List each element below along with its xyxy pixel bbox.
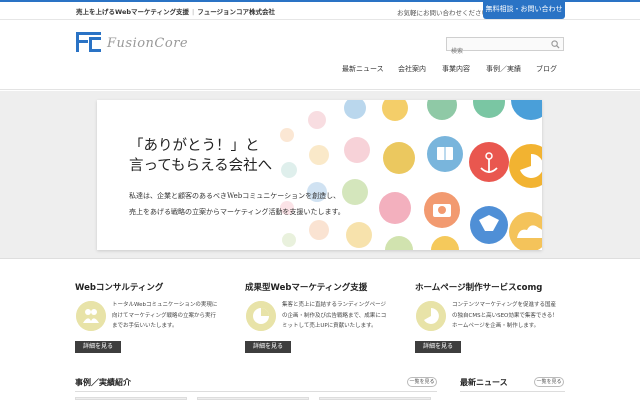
fc-logo-icon[interactable] (75, 31, 102, 53)
company-name: フュージョンコア株式会社 (197, 8, 276, 16)
service-description-line: ミットして売上UPに貢献いたします。 (282, 323, 377, 329)
tagline-text: 売上を上げるWebマーケティング支援 (76, 8, 189, 16)
service-title[interactable]: Webコンサルティング (75, 281, 163, 293)
service-description: トータルWebコミュニケーションの実現に 向けてマーケティング戦略の立案から実行… (112, 300, 217, 332)
nav-item-business[interactable]: 事業内容 (442, 64, 470, 74)
hero-headline-line1: 「ありがとう！」と (129, 138, 260, 154)
service-description-line: までお手伝いいたします。 (112, 323, 178, 329)
service-description-line: ホームページを企画・制作します。 (452, 323, 540, 329)
contact-note: お気軽にお問い合わせください (397, 9, 488, 17)
search-input[interactable] (447, 45, 547, 58)
service-description-line: トータルWebコミュニケーションの実現に (112, 302, 218, 308)
hero-copy-line1: 私達は、企業と顧客のあるべきWebコミュニケーションを創造し、 (129, 192, 341, 200)
hero-copy-line2: 売上をあげる戦略の立案からマーケティング活動を支援いたします。 (129, 208, 345, 216)
service-description: 集客と売上に直結するランディングページ の企画・制作及び広告戦略まで、成果にコ … (282, 300, 386, 332)
hero-copy: 私達は、企業と顧客のあるべきWebコミュニケーションを創造し、 売上をあげる戦略… (129, 188, 345, 220)
service-performance-marketing: 成果型Webマーケティング支援 集客と売上に直結するランディングページ の企画・… (245, 281, 405, 356)
service-description-line: コンテンツマーケティングを促進する国産 (452, 302, 557, 308)
news-more-link[interactable]: 一覧を見る (534, 377, 564, 387)
search-box (446, 37, 564, 58)
hero-headline: 「ありがとう！」と 言ってもらえる会社へ (129, 136, 272, 176)
service-title[interactable]: 成果型Webマーケティング支援 (245, 281, 367, 293)
hero-icon-pattern (280, 100, 542, 250)
service-description: コンテンツマーケティングを促進する国産 の独自CMSと高いSEO効果で集客できる… (452, 300, 558, 332)
site-tagline: 売上を上げるWebマーケティング支援 | フュージョンコア株式会社 (76, 6, 275, 16)
people-icon (76, 301, 106, 331)
news-divider (460, 391, 565, 392)
main-nav: 最新ニュース 会社案内 事業内容 事例／実績 ブログ (340, 64, 570, 76)
service-title[interactable]: ホームページ制作サービスcomg (415, 281, 542, 293)
cases-more-link[interactable]: 一覧を見る (407, 377, 437, 387)
service-description-line: 向けてマーケティング戦略の立案から実行 (112, 312, 217, 319)
cases-section-title: 事例／実績紹介 (75, 378, 131, 387)
logo-wordmark[interactable]: FusionCore (107, 36, 188, 51)
contact-cta-button[interactable]: 無料相談・お問い合わせ (483, 0, 565, 19)
search-icon[interactable] (551, 40, 560, 49)
nav-item-cases[interactable]: 事例／実績 (486, 64, 521, 74)
service-description-line: の企画・制作及び広告戦略まで、成果にコ (282, 312, 387, 319)
pie-chart-icon (246, 301, 276, 331)
nav-item-news[interactable]: 最新ニュース (342, 64, 384, 74)
service-description-line: 集客と売上に直結するランディングページ (282, 302, 387, 308)
top-bar: 売上を上げるWebマーケティング支援 | フュージョンコア株式会社 お気軽にお問い合… (0, 0, 640, 20)
hero-banner[interactable]: 「ありがとう！」と 言ってもらえる会社へ 私達は、企業と顧客のあるべきWebコミ… (97, 100, 542, 250)
nav-item-company[interactable]: 会社案内 (398, 64, 426, 74)
service-description-line: の独自CMSと高いSEO効果で集客できる！ (452, 312, 558, 319)
chart-badge-icon (416, 301, 446, 331)
service-detail-button[interactable]: 詳細を見る (415, 341, 461, 353)
service-detail-button[interactable]: 詳細を見る (245, 341, 291, 353)
cases-divider (75, 391, 437, 392)
hero-headline-line2: 言ってもらえる会社へ (129, 158, 273, 174)
nav-item-blog[interactable]: ブログ (536, 64, 557, 74)
tagline-separator: | (191, 8, 195, 16)
service-homepage-production: ホームページ制作サービスcomg コンテンツマーケティングを促進する国産 の独自… (415, 281, 575, 356)
news-section-title: 最新ニュース (460, 378, 508, 387)
service-detail-button[interactable]: 詳細を見る (75, 341, 121, 353)
service-web-consulting: Webコンサルティング トータルWebコミュニケーションの実現に 向けてマーケテ… (75, 281, 235, 356)
